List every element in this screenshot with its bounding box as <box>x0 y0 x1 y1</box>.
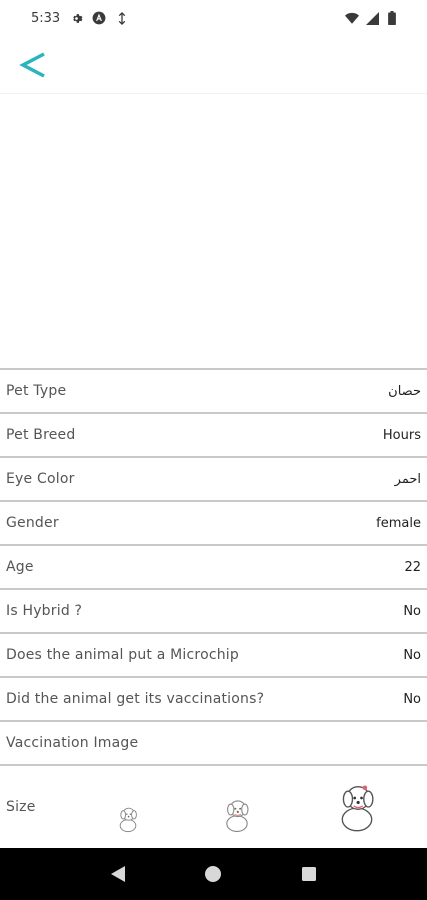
back-triangle-icon[interactable] <box>106 862 130 886</box>
size-label: Size <box>6 799 36 815</box>
toolbar <box>0 36 427 94</box>
gear-icon <box>69 11 83 25</box>
detail-value: No <box>403 691 421 707</box>
home-circle-icon[interactable] <box>201 862 225 886</box>
detail-row-microchip: Does the animal put a Microchip No <box>0 634 427 678</box>
size-options <box>36 781 421 833</box>
status-time: 5:33 <box>31 10 61 26</box>
detail-label: Did the animal get its vaccinations? <box>6 691 265 707</box>
detail-value: Hours <box>382 427 421 443</box>
pet-image-area <box>0 95 427 368</box>
detail-label: Age <box>6 559 34 575</box>
detail-row-hybrid: Is Hybrid ? No <box>0 590 427 634</box>
detail-value: No <box>403 603 421 619</box>
detail-label: Is Hybrid ? <box>6 603 83 619</box>
detail-row-size: Size <box>0 766 427 848</box>
recents-square-icon[interactable] <box>297 862 321 886</box>
medium-dog-icon[interactable] <box>221 797 253 833</box>
detail-label: Does the animal put a Microchip <box>6 647 239 663</box>
chevron-left-icon <box>18 50 48 84</box>
battery-icon <box>385 11 399 25</box>
status-bar: 5:33 <box>0 0 427 36</box>
detail-row-pet-type: Pet Type حصان <box>0 370 427 414</box>
back-button[interactable] <box>16 50 50 84</box>
a-badge-icon <box>92 11 106 25</box>
large-dog-icon[interactable] <box>334 781 380 833</box>
detail-value: female <box>376 515 421 531</box>
detail-row-age: Age 22 <box>0 546 427 590</box>
detail-row-eye-color: Eye Color احمر <box>0 458 427 502</box>
detail-value: احمر <box>394 471 421 487</box>
system-nav-bar <box>0 848 427 900</box>
wifi-icon <box>345 11 359 25</box>
detail-row-vaccinations: Did the animal get its vaccinations? No <box>0 678 427 722</box>
pet-details-list: Pet Type حصان Pet Breed Hours Eye Color … <box>0 368 427 848</box>
detail-value: 22 <box>404 559 421 575</box>
detail-value: حصان <box>388 383 421 399</box>
signal-icon <box>365 11 379 25</box>
status-right <box>345 11 399 25</box>
detail-label: Pet Breed <box>6 427 76 443</box>
detail-label: Gender <box>6 515 59 531</box>
detail-label: Eye Color <box>6 471 75 487</box>
detail-row-pet-breed: Pet Breed Hours <box>0 414 427 458</box>
detail-value: No <box>403 647 421 663</box>
detail-label: Pet Type <box>6 383 67 399</box>
data-sync-icon <box>115 11 129 25</box>
small-dog-icon[interactable] <box>116 805 140 833</box>
status-left: 5:33 <box>31 11 129 26</box>
detail-row-gender: Gender female <box>0 502 427 546</box>
detail-row-vaccination-image: Vaccination Image <box>0 722 427 766</box>
detail-label: Vaccination Image <box>6 735 139 751</box>
